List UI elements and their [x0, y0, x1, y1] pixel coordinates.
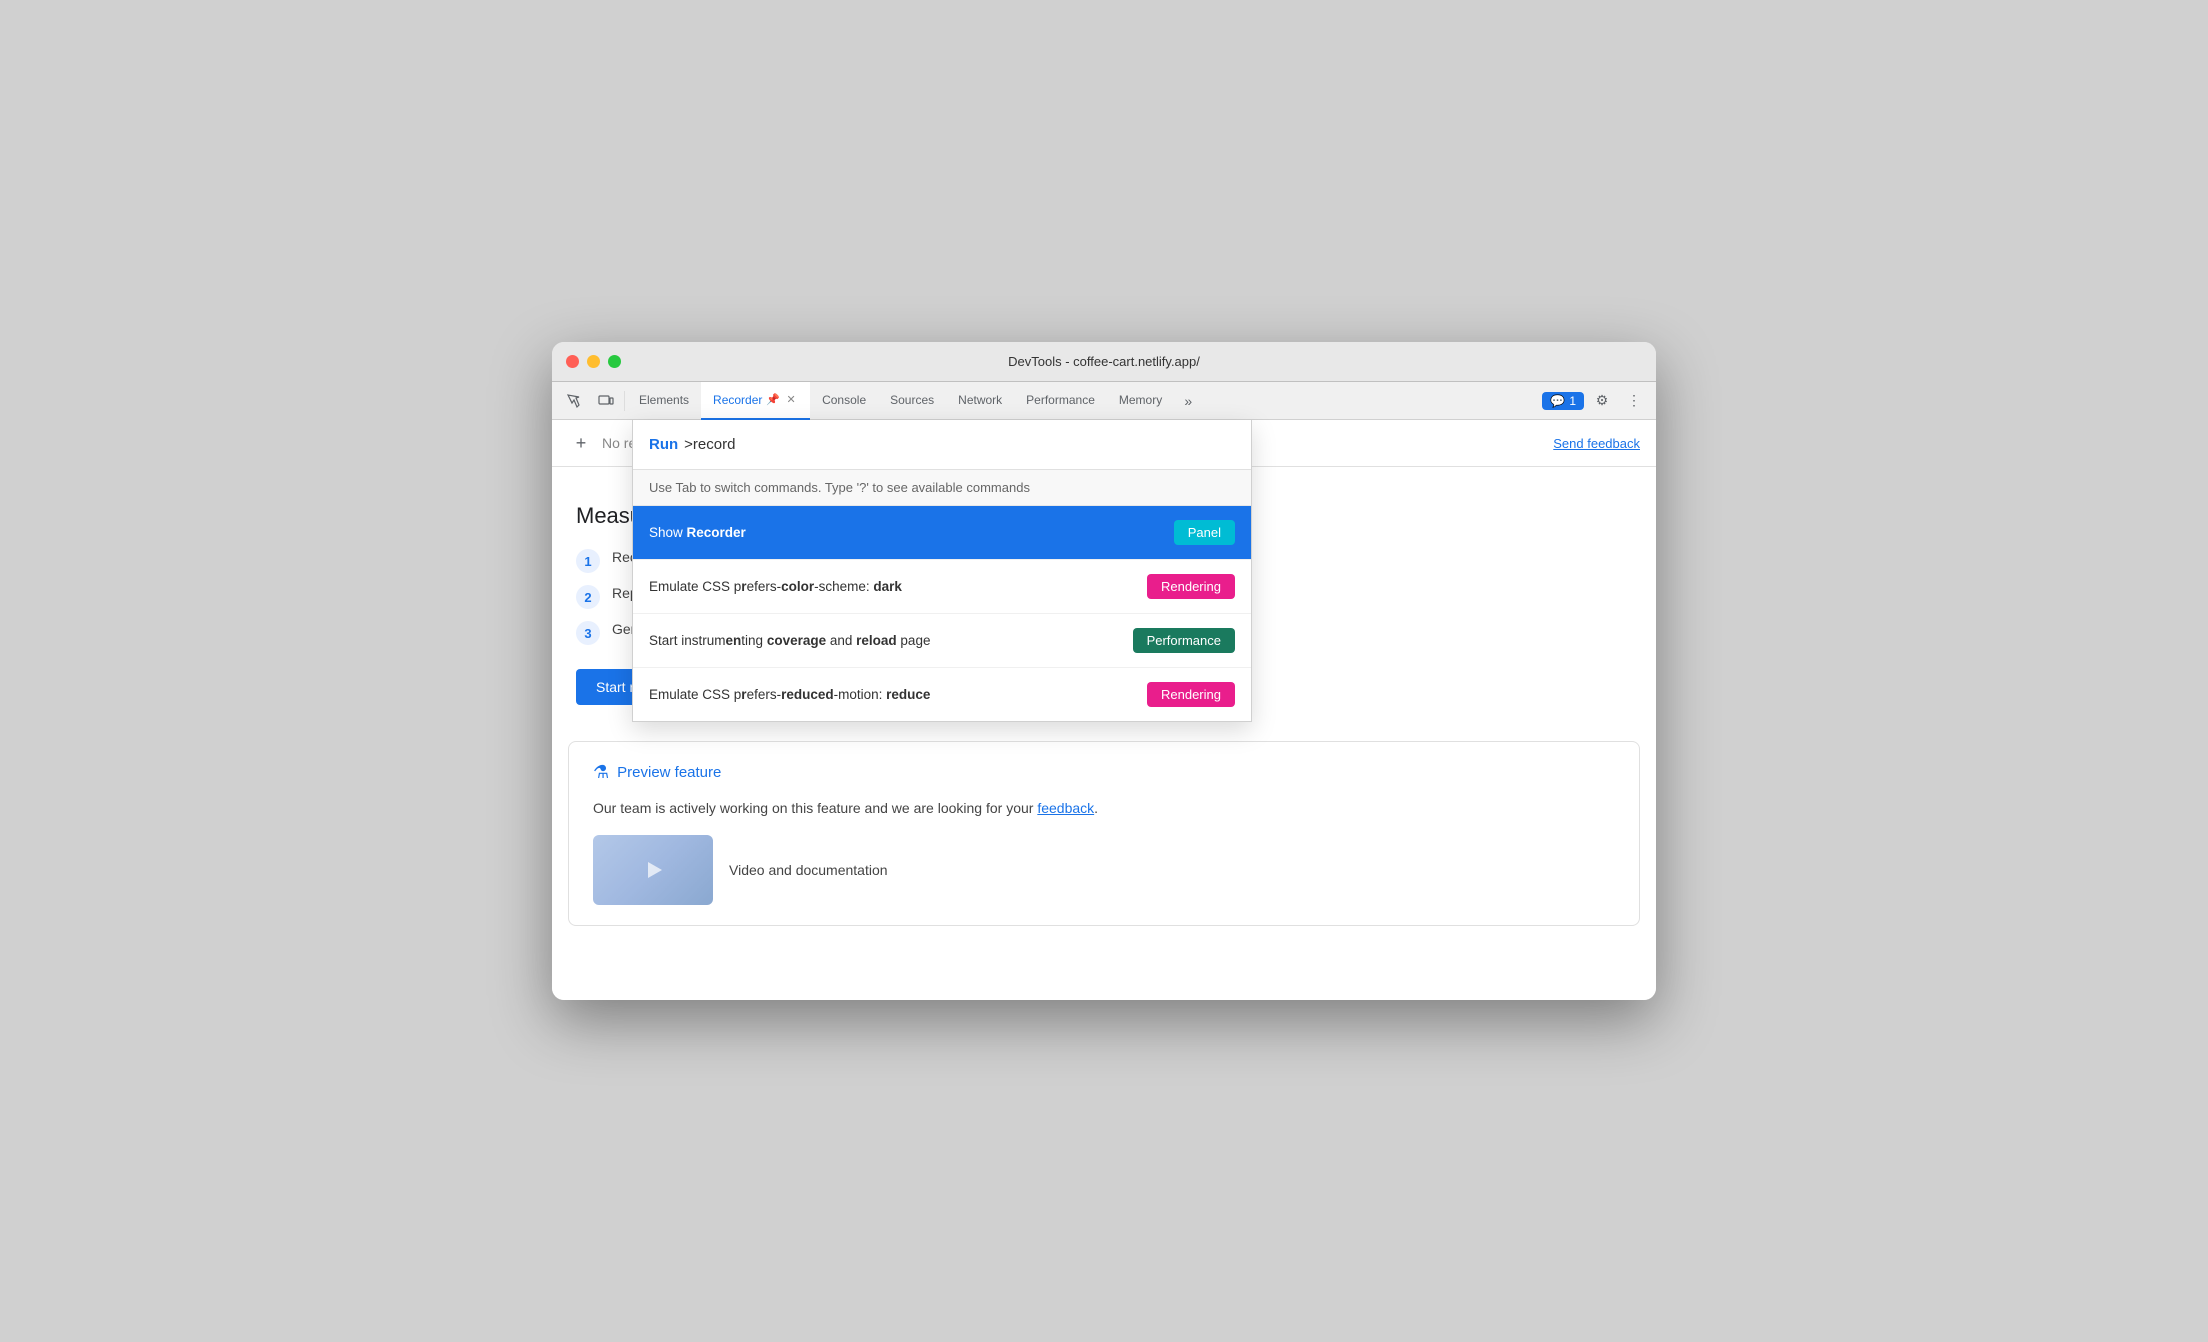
- run-label: Run: [649, 436, 678, 453]
- flask-icon: ⚗: [593, 762, 609, 783]
- recorder-tab-close[interactable]: ✕: [784, 393, 798, 407]
- minimize-button[interactable]: [587, 355, 600, 368]
- command-badge-panel: Panel: [1174, 520, 1235, 545]
- tab-memory[interactable]: Memory: [1107, 382, 1174, 420]
- close-button[interactable]: [566, 355, 579, 368]
- step-1-number: 1: [576, 549, 600, 573]
- command-palette: Run >record Use Tab to switch commands. …: [632, 420, 1252, 722]
- tab-bar: Elements Recorder 📌 ✕ Console Sources Ne…: [552, 382, 1656, 420]
- inspect-element-button[interactable]: [560, 387, 588, 415]
- feedback-badge[interactable]: 💬 1: [1542, 392, 1584, 410]
- feedback-icon: 💬: [1550, 394, 1565, 408]
- tab-bar-left-controls: [560, 387, 625, 415]
- tab-sources[interactable]: Sources: [878, 382, 946, 420]
- command-item-emulate-motion-text: Emulate CSS prefers-reduced-motion: redu…: [649, 687, 1147, 702]
- maximize-button[interactable]: [608, 355, 621, 368]
- command-item-coverage[interactable]: Start instrumenting coverage and reload …: [633, 614, 1251, 668]
- command-input-text[interactable]: >record: [684, 436, 735, 453]
- command-item-emulate-motion[interactable]: Emulate CSS prefers-reduced-motion: redu…: [633, 668, 1251, 721]
- command-item-emulate-dark-text: Emulate CSS prefers-color-scheme: dark: [649, 579, 1147, 594]
- titlebar: DevTools - coffee-cart.netlify.app/: [552, 342, 1656, 382]
- video-thumbnail: [593, 835, 713, 905]
- command-item-emulate-dark[interactable]: Emulate CSS prefers-color-scheme: dark R…: [633, 560, 1251, 614]
- tab-network[interactable]: Network: [946, 382, 1014, 420]
- devtools-content: + No recordings Send feedback Measure pe…: [552, 420, 1656, 1000]
- command-input-area[interactable]: Run >record: [633, 420, 1251, 470]
- tabs-container: Elements Recorder 📌 ✕ Console Sources Ne…: [627, 382, 1540, 420]
- command-item-show-recorder-text: Show Recorder: [649, 525, 1174, 540]
- devtools-window: DevTools - coffee-cart.netlify.app/: [552, 342, 1656, 1000]
- preview-description: Our team is actively working on this fea…: [593, 797, 1615, 819]
- tab-console[interactable]: Console: [810, 382, 878, 420]
- feedback-link[interactable]: feedback: [1037, 800, 1094, 816]
- command-list: Show Recorder Panel Emulate CSS prefers-…: [633, 506, 1251, 721]
- device-toolbar-button[interactable]: [592, 387, 620, 415]
- command-item-coverage-text: Start instrumenting coverage and reload …: [649, 633, 1133, 648]
- step-3-number: 3: [576, 621, 600, 645]
- video-title: Video and documentation: [729, 862, 888, 878]
- command-badge-performance: Performance: [1133, 628, 1235, 653]
- tab-recorder[interactable]: Recorder 📌 ✕: [701, 382, 810, 420]
- command-item-show-recorder[interactable]: Show Recorder Panel: [633, 506, 1251, 560]
- tab-performance[interactable]: Performance: [1014, 382, 1107, 420]
- more-options-button[interactable]: ⋮: [1620, 387, 1648, 415]
- window-title: DevTools - coffee-cart.netlify.app/: [1008, 354, 1200, 369]
- add-recording-button[interactable]: +: [568, 430, 594, 456]
- send-feedback-link[interactable]: Send feedback: [1553, 436, 1640, 451]
- toolbar-divider: [624, 391, 625, 411]
- recorder-pin-icon: 📌: [766, 393, 780, 406]
- devtools-panel: Elements Recorder 📌 ✕ Console Sources Ne…: [552, 382, 1656, 1000]
- tab-bar-right-controls: 💬 1 ⚙ ⋮: [1542, 387, 1648, 415]
- command-hint: Use Tab to switch commands. Type '?' to …: [633, 470, 1251, 506]
- command-badge-rendering-2: Rendering: [1147, 682, 1235, 707]
- preview-title: ⚗ Preview feature: [593, 762, 1615, 783]
- preview-section: ⚗ Preview feature Our team is actively w…: [568, 741, 1640, 926]
- command-badge-rendering-1: Rendering: [1147, 574, 1235, 599]
- video-section: Video and documentation: [593, 835, 1615, 905]
- step-2-number: 2: [576, 585, 600, 609]
- traffic-lights: [566, 355, 621, 368]
- settings-button[interactable]: ⚙: [1588, 387, 1616, 415]
- more-tabs-button[interactable]: »: [1174, 387, 1202, 415]
- tab-elements[interactable]: Elements: [627, 382, 701, 420]
